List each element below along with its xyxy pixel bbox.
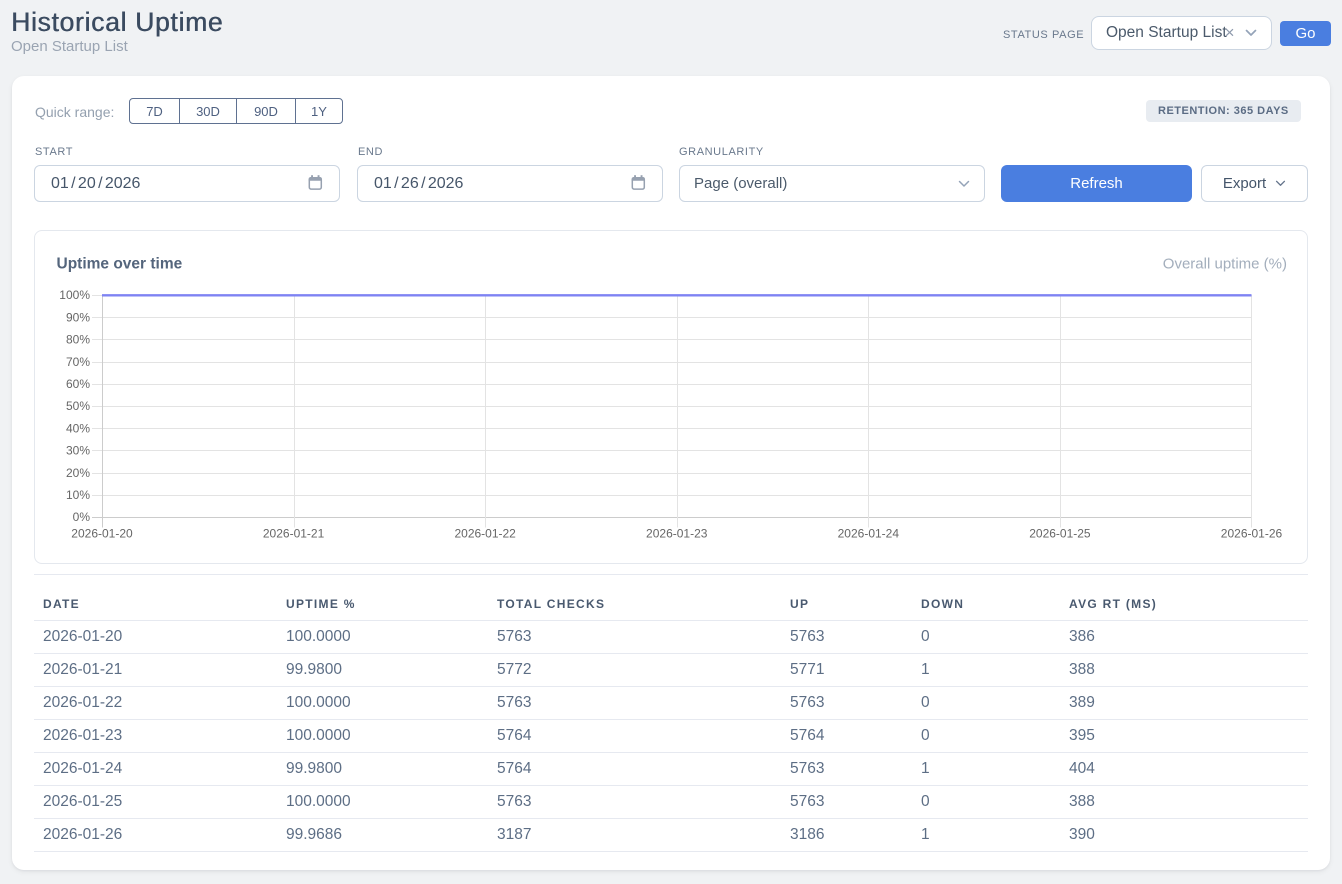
svg-text:90%: 90% <box>66 310 90 324</box>
svg-text:100%: 100% <box>59 288 90 302</box>
svg-text:2026-01-26: 2026-01-26 <box>1221 527 1283 541</box>
svg-text:Uptime over time: Uptime over time <box>57 256 183 273</box>
svg-text:0%: 0% <box>73 510 91 524</box>
svg-text:30%: 30% <box>66 444 90 458</box>
svg-text:2026-01-20: 2026-01-20 <box>71 527 133 541</box>
svg-text:2026-01-22: 2026-01-22 <box>454 527 516 541</box>
svg-text:40%: 40% <box>66 421 90 435</box>
svg-text:60%: 60% <box>66 377 90 391</box>
svg-text:2026-01-25: 2026-01-25 <box>1029 527 1091 541</box>
svg-text:2026-01-21: 2026-01-21 <box>263 527 325 541</box>
svg-text:10%: 10% <box>66 488 90 502</box>
svg-text:Overall uptime (%): Overall uptime (%) <box>1163 256 1287 273</box>
svg-text:80%: 80% <box>66 333 90 347</box>
svg-text:20%: 20% <box>66 466 90 480</box>
svg-text:2026-01-23: 2026-01-23 <box>646 527 708 541</box>
svg-text:70%: 70% <box>66 355 90 369</box>
svg-text:50%: 50% <box>66 399 90 413</box>
svg-text:2026-01-24: 2026-01-24 <box>838 527 900 541</box>
